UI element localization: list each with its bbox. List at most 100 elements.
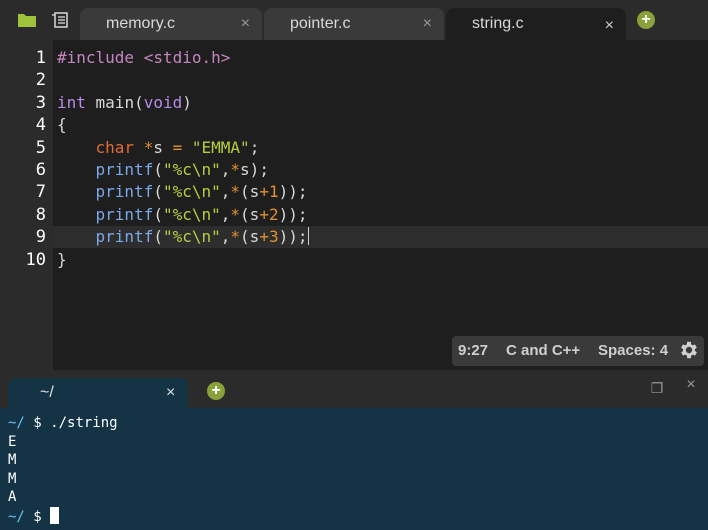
code-token: + <box>259 227 269 247</box>
code-token: { <box>57 115 67 135</box>
language-mode[interactable]: C and C++ <box>506 342 580 359</box>
code-token: * <box>143 137 154 157</box>
code-token: ; <box>249 137 260 157</box>
code-token: )); <box>278 227 308 247</box>
code-token: 2 <box>268 204 279 224</box>
code-line[interactable]: char *s = "EMMA"; <box>53 137 708 159</box>
line-number: 3 <box>35 92 46 113</box>
code-text: int main(void) <box>57 92 192 114</box>
code-area[interactable]: #include <stdio.h> int main(void){ char *… <box>53 40 708 370</box>
code-token: } <box>57 249 67 269</box>
code-token: , <box>220 160 231 179</box>
close-panel-icon[interactable]: × <box>683 377 699 393</box>
code-token: ( <box>153 227 163 247</box>
line-number-gutter: 1 2 3 4 5 6 7 8 9 10 <box>0 40 53 370</box>
terminal-text: M <box>8 452 17 468</box>
terminal-line: E <box>8 433 16 451</box>
line-number: 8 <box>35 204 46 225</box>
tab-string-c[interactable]: string.c × <box>446 8 626 40</box>
code-token: ( <box>153 160 163 179</box>
code-token: * <box>230 160 241 179</box>
code-token: 3 <box>268 227 279 247</box>
indent-setting[interactable]: Spaces: 4 <box>598 342 668 359</box>
code-token: , <box>220 204 231 224</box>
code-text: printf("%c\n",*(s+2)); <box>57 204 308 226</box>
terminal-text: A <box>8 489 17 505</box>
code-line[interactable] <box>53 69 708 91</box>
terminal-output[interactable]: ~/ $ ./string E M M A ~/ $ <box>0 408 708 530</box>
tab-label: memory.c <box>106 15 176 32</box>
tab-label: string.c <box>472 15 524 32</box>
code-line[interactable]: { <box>53 114 708 136</box>
code-token: (s <box>240 204 260 224</box>
code-token: "EMMA" <box>191 137 250 157</box>
code-line[interactable]: } <box>53 249 708 271</box>
code-token: printf <box>95 227 154 247</box>
code-line[interactable]: printf("%c\n",*(s+2)); <box>53 204 708 226</box>
code-token: s); <box>240 160 269 179</box>
code-token: * <box>230 204 241 224</box>
tab-pointer-c[interactable]: pointer.c × <box>264 8 444 40</box>
code-text: { <box>57 114 67 136</box>
terminal-line: M <box>8 451 16 469</box>
code-token: + <box>259 204 269 224</box>
code-token: * <box>230 182 241 202</box>
file-list-icon[interactable] <box>51 10 71 30</box>
code-token: * <box>230 227 241 247</box>
line-number: 2 <box>35 70 46 91</box>
prompt-path: ~/ <box>8 508 25 525</box>
tab-terminal-home[interactable]: ~/ × <box>8 378 188 408</box>
code-token: printf <box>95 204 154 224</box>
code-text: printf("%c\n",*s); <box>57 159 269 181</box>
code-token: char <box>95 137 135 157</box>
text-cursor <box>307 227 309 246</box>
code-token: #include <stdio.h> <box>57 48 231 67</box>
line-number: 4 <box>35 115 46 136</box>
terminal-prompt-line[interactable]: ~/ $ <box>8 506 60 525</box>
line-number: 7 <box>35 182 46 203</box>
folder-icon[interactable] <box>17 10 37 30</box>
code-token: s <box>153 137 173 157</box>
code-text: printf("%c\n",*(s+1)); <box>57 181 308 203</box>
code-token: "%c\n" <box>162 160 221 179</box>
add-terminal-button[interactable]: + <box>207 382 225 400</box>
code-text: #include <stdio.h> <box>57 47 230 69</box>
code-line[interactable]: printf("%c\n",*s); <box>53 159 708 181</box>
terminal-line: A <box>8 488 16 506</box>
line-number: 10 <box>25 249 46 270</box>
code-text: } <box>57 249 67 271</box>
add-tab-button[interactable]: + <box>637 11 655 29</box>
close-icon[interactable]: × <box>166 384 175 402</box>
prompt-sign: $ <box>24 415 51 431</box>
tab-label: pointer.c <box>290 15 351 32</box>
code-editor[interactable]: 1 2 3 4 5 6 7 8 9 10 #include <stdio.h> int main(v… <box>0 40 708 370</box>
code-line[interactable]: printf("%c\n",*(s+3)); <box>53 226 708 249</box>
code-token: (s <box>240 227 260 247</box>
prompt-path: ~/ <box>8 415 25 431</box>
code-token: "%c\n" <box>162 227 221 247</box>
code-token: "%c\n" <box>162 182 221 202</box>
close-icon[interactable]: × <box>241 14 250 34</box>
code-text: char *s = "EMMA"; <box>57 137 260 159</box>
tab-memory-c[interactable]: memory.c × <box>80 8 262 40</box>
code-token: = <box>172 137 183 157</box>
code-line[interactable]: #include <stdio.h> <box>53 47 708 69</box>
ide-window: memory.c × pointer.c × string.c × + 1234… <box>0 0 708 530</box>
close-icon[interactable]: × <box>605 16 614 36</box>
close-icon[interactable]: × <box>423 14 432 34</box>
code-line[interactable]: printf("%c\n",*(s+1)); <box>53 181 708 203</box>
restore-icon[interactable]: ❐ <box>649 380 665 396</box>
gear-icon[interactable] <box>678 339 700 361</box>
terminal-line: ~/ $ ./string <box>8 414 118 432</box>
code-line[interactable]: int main(void) <box>53 92 708 114</box>
editor-status-bar: 9:27 C and C++ Spaces: 4 <box>452 336 704 366</box>
editor-tab-bar: memory.c × pointer.c × string.c × + <box>0 0 708 40</box>
cursor-position[interactable]: 9:27 <box>458 342 488 359</box>
